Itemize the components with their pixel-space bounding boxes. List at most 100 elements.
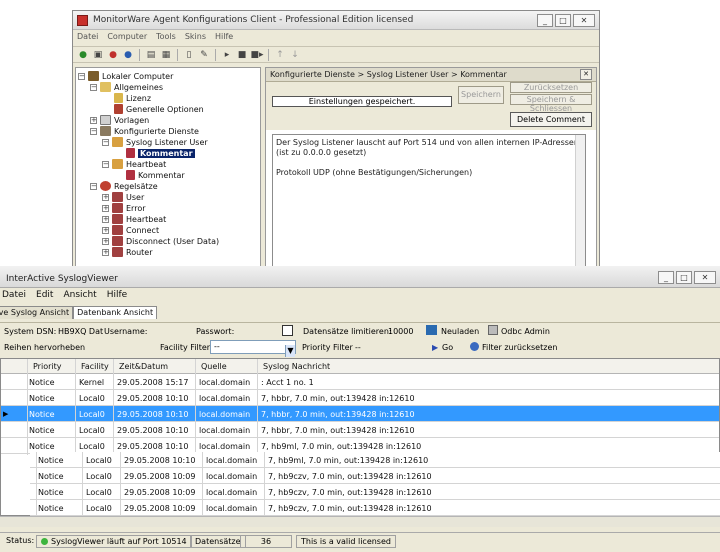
- table-row[interactable]: Notice Local0 29.05.2008 10:10 local.domain…: [30, 452, 720, 468]
- tree-item-rule-router[interactable]: + Router: [102, 247, 153, 257]
- collapse-icon[interactable]: −: [90, 182, 97, 190]
- tree-item-regelsaetze[interactable]: − Regelsätze: [90, 181, 158, 191]
- expand-icon[interactable]: +: [102, 215, 109, 223]
- collapse-icon[interactable]: −: [90, 127, 97, 135]
- expand-icon[interactable]: +: [90, 116, 97, 124]
- table-row[interactable]: Notice Local0 29.05.2008 10:09 local.domain…: [30, 468, 720, 484]
- tree-item-konfigurierte-dienste[interactable]: − Konfigurierte Dienste: [90, 126, 199, 136]
- column-quelle[interactable]: Quelle: [201, 362, 227, 371]
- tree-item-rule-user[interactable]: + User: [102, 192, 144, 202]
- dsn-value[interactable]: HB9XQ Dat: [58, 327, 103, 336]
- table-row[interactable]: Notice Local0 29.05.2008 10:10 local.domain…: [1, 422, 719, 438]
- menu-edit[interactable]: Edit: [36, 290, 53, 304]
- play-icon[interactable]: ▸: [221, 49, 233, 61]
- menu-hilfe[interactable]: Hilfe: [107, 290, 127, 304]
- expand-icon[interactable]: +: [102, 204, 109, 212]
- collapse-icon[interactable]: −: [102, 160, 109, 168]
- odbc-icon[interactable]: [488, 325, 498, 335]
- close-pane-icon[interactable]: ✕: [580, 69, 592, 80]
- odbc-admin-button[interactable]: Odbc Admin: [501, 327, 550, 336]
- edit-icon[interactable]: ✎: [198, 49, 210, 61]
- toolbar: ● ▣ ● ● ▤ ▦ ▯ ✎ ▸ ■ ■▸ ↑ ↓: [73, 46, 599, 63]
- table-row[interactable]: Notice Local0 29.05.2008 10:09 local.domain…: [30, 500, 720, 516]
- expand-icon[interactable]: +: [102, 248, 109, 256]
- expand-icon[interactable]: +: [102, 226, 109, 234]
- go-arrow-icon[interactable]: ▶: [432, 343, 438, 352]
- neuladen-button[interactable]: Neuladen: [441, 327, 479, 336]
- column-priority[interactable]: Priority: [33, 362, 61, 371]
- tree-item-rule-disconnect[interactable]: + Disconnect (User Data): [102, 236, 219, 246]
- column-facility[interactable]: Facility: [81, 362, 109, 371]
- table-row[interactable]: Notice Kernel 29.05.2008 15:17 local.domain…: [1, 374, 719, 390]
- menu-datei[interactable]: Datei: [2, 290, 26, 304]
- comment-textarea[interactable]: Der Syslog Listener lauscht auf Port 514…: [272, 134, 586, 268]
- password-checkbox[interactable]: [282, 325, 293, 336]
- tree-item-kommentar-selected[interactable]: Kommentar: [126, 148, 195, 158]
- pause-icon[interactable]: ■▸: [250, 49, 263, 61]
- tab-live-syslog[interactable]: Live Syslog Ansicht: [0, 306, 74, 319]
- column-zeit-datum[interactable]: Zeit&Datum: [119, 362, 168, 371]
- facility-filter-dropdown[interactable]: -- ▼: [210, 340, 296, 357]
- tree-item-lokaler-computer[interactable]: − Lokaler Computer: [78, 71, 173, 81]
- tree-item-kommentar[interactable]: Kommentar: [126, 170, 185, 180]
- tree-item-lizenz[interactable]: Lizenz: [114, 93, 151, 103]
- minimize-button[interactable]: _: [537, 14, 553, 27]
- save-icon[interactable]: ▣: [92, 49, 104, 61]
- document-icon[interactable]: ▯: [183, 49, 195, 61]
- stop-square-icon[interactable]: ■: [236, 49, 248, 61]
- close-button[interactable]: ✕: [694, 271, 716, 284]
- column-syslog-nachricht[interactable]: Syslog Nachricht: [263, 362, 330, 371]
- reset-filter-icon[interactable]: [470, 342, 479, 351]
- table-cell: Local0: [86, 456, 112, 465]
- tree-item-heartbeat[interactable]: − Heartbeat: [102, 159, 166, 169]
- maximize-button[interactable]: □: [555, 14, 571, 27]
- menu-hilfe[interactable]: Hilfe: [215, 32, 233, 44]
- collapse-icon[interactable]: −: [102, 138, 109, 146]
- horizontal-scrollbar[interactable]: [0, 516, 720, 527]
- arrow-up-icon[interactable]: ↑: [274, 49, 286, 61]
- tree-item-vorlagen[interactable]: + Vorlagen: [90, 115, 149, 125]
- reset-filter-button[interactable]: Filter zurücksetzen: [482, 343, 557, 352]
- maximize-button[interactable]: □: [676, 271, 692, 284]
- vertical-scrollbar[interactable]: [575, 135, 585, 267]
- table-cell: 29.05.2008 10:09: [124, 488, 196, 497]
- menu-skins[interactable]: Skins: [185, 32, 206, 44]
- go-button[interactable]: Go: [442, 343, 453, 352]
- tree-item-syslog-listener-user[interactable]: − Syslog Listener User: [102, 137, 208, 147]
- tree-item-generelle-optionen[interactable]: Generelle Optionen: [114, 104, 204, 114]
- chevron-down-icon[interactable]: ▼: [285, 345, 295, 357]
- tree-item-rule-heartbeat[interactable]: + Heartbeat: [102, 214, 166, 224]
- close-button[interactable]: ✕: [573, 14, 595, 27]
- delete-comment-button[interactable]: Delete Comment: [510, 112, 592, 127]
- collapse-icon[interactable]: −: [78, 72, 85, 80]
- limit-value[interactable]: 10000: [388, 327, 413, 336]
- speichern-schliessen-button[interactable]: Speichern & Schliessen: [510, 94, 592, 113]
- reload-icon[interactable]: [426, 325, 437, 335]
- tree-item-rule-error[interactable]: + Error: [102, 203, 146, 213]
- help-icon[interactable]: ●: [122, 49, 134, 61]
- expand-icon[interactable]: +: [102, 237, 109, 245]
- priority-filter-value[interactable]: --: [355, 343, 361, 352]
- table-cell: 29.05.2008 10:10: [117, 442, 189, 451]
- menu-ansicht[interactable]: Ansicht: [63, 290, 96, 304]
- tree-item-allgemeines[interactable]: − Allgemeines: [90, 82, 163, 92]
- speichern-button[interactable]: Speichern: [458, 86, 504, 104]
- menu-datei[interactable]: Datei: [77, 32, 98, 44]
- arrow-down-icon[interactable]: ↓: [289, 49, 301, 61]
- tab-datenbank[interactable]: Datenbank Ansicht: [73, 306, 158, 319]
- minimize-button[interactable]: _: [658, 271, 674, 284]
- network-icon[interactable]: ▤: [145, 49, 157, 61]
- menu-tools[interactable]: Tools: [156, 32, 176, 44]
- grid-icon[interactable]: ▦: [160, 49, 172, 61]
- table-row[interactable]: Notice Local0 29.05.2008 10:09 local.domain…: [30, 484, 720, 500]
- table-row[interactable]: Notice Local0 29.05.2008 10:10 local.domain…: [1, 390, 719, 406]
- tree-item-rule-connect[interactable]: + Connect: [102, 225, 159, 235]
- expand-icon[interactable]: +: [102, 193, 109, 201]
- stop-icon[interactable]: ●: [107, 49, 119, 61]
- highlight-rows-label[interactable]: Reihen hervorheben: [4, 343, 85, 352]
- collapse-icon[interactable]: −: [90, 83, 97, 91]
- check-icon[interactable]: ●: [77, 49, 89, 61]
- table-row[interactable]: ▶ Notice Local0 29.05.2008 10:10 local.domai…: [1, 406, 719, 422]
- zuruecksetzen-button[interactable]: Zurücksetzen: [510, 82, 592, 93]
- menu-computer[interactable]: Computer: [107, 32, 147, 44]
